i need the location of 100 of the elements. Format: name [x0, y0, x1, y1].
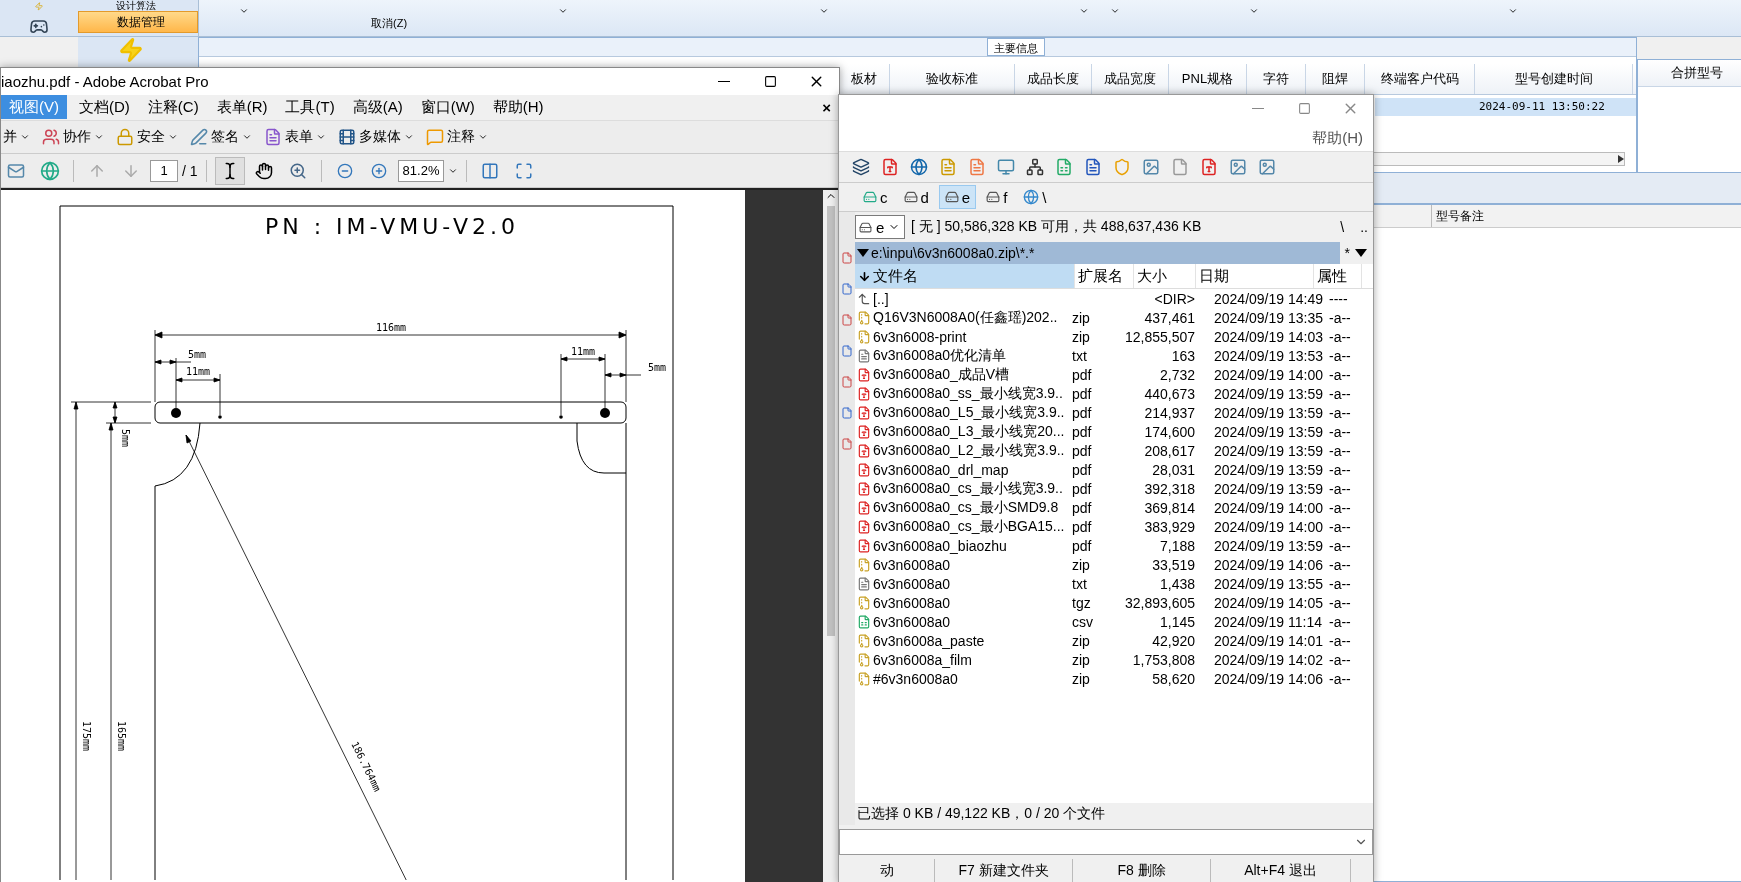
dropdown-caret-icon[interactable]	[819, 6, 829, 16]
dropdown-caret-icon[interactable]	[1110, 6, 1120, 16]
toolbar-button[interactable]: 并	[1, 123, 36, 152]
pdf-file-icon	[857, 481, 871, 496]
file-extension: tgz	[1072, 594, 1091, 611]
film-icon	[338, 128, 356, 147]
filter-button[interactable]: *	[1339, 245, 1355, 261]
file-attributes: -a--	[1328, 575, 1352, 592]
pdf-file-icon	[857, 538, 871, 553]
file-attributes: -a--	[1328, 385, 1352, 402]
column-header[interactable]: 文件名	[855, 264, 1075, 288]
menu-item[interactable]: 注释(C)	[139, 95, 207, 120]
people-icon	[42, 128, 60, 147]
file-icon	[1171, 158, 1189, 176]
file-name: 6v3n6008a0_drl_map	[873, 461, 1010, 478]
menu-item[interactable]: 文档(D)	[71, 95, 138, 120]
menu-item[interactable]: 帮助(H)	[1302, 128, 1373, 148]
drive-button[interactable]: d	[897, 185, 935, 209]
dimension-label: 116mm	[375, 322, 407, 333]
file-size: 2,732	[1159, 366, 1195, 383]
dropdown-caret-icon[interactable]	[239, 6, 249, 16]
dropdown-caret-icon[interactable]	[1249, 6, 1259, 16]
lightning-icon	[34, 2, 44, 11]
envelope-icon	[7, 161, 25, 180]
archive-icon	[857, 557, 871, 572]
toolbar-button[interactable]: 安全	[114, 123, 184, 152]
file-name: 6v3n6008a0_cs_最小SMD9.8	[873, 498, 1060, 517]
file-extension: pdf	[1072, 518, 1092, 535]
file-extension: zip	[1072, 670, 1090, 687]
menu-item[interactable]: 高级(A)	[344, 95, 411, 120]
parent-folder-icon	[857, 291, 871, 306]
command-line-field[interactable]	[839, 829, 1373, 855]
file-date: 2024/09/19 13:59	[1213, 537, 1324, 554]
toolbar-button[interactable]: 表单	[262, 123, 332, 152]
file-size: 214,937	[1144, 404, 1195, 421]
drive-button[interactable]: c	[857, 185, 894, 209]
file-attributes: -a--	[1328, 670, 1352, 687]
lightning-icon	[118, 37, 144, 63]
cancel-button[interactable]: 取消(Z)	[369, 16, 410, 31]
page-count: / 1	[182, 162, 198, 179]
column-header: 型号备注	[1431, 205, 1484, 227]
table-row[interactable]: 2024-09-11 13:50:22	[1375, 98, 1636, 116]
file-date: 2024/09/19 13:53	[1213, 347, 1324, 364]
file-size: 383,929	[1144, 518, 1195, 535]
dropdown-triangle-icon[interactable]	[1355, 249, 1367, 257]
file-extension: pdf	[1072, 461, 1092, 478]
column-header[interactable]: 属性	[1314, 264, 1362, 288]
file-name: 6v3n6008a0	[873, 594, 952, 611]
file-attributes: -a--	[1328, 594, 1352, 611]
toolbar-button[interactable]: 注释	[424, 123, 494, 152]
status-bar: 已选择 0 KB / 49,122 KB，0 / 20 个文件	[855, 803, 1373, 825]
toolbar-button[interactable]: 协作	[40, 123, 110, 152]
zoom-field[interactable]: 81.2%	[397, 159, 444, 182]
function-key-button[interactable]: 动	[839, 859, 935, 882]
pdf-file-icon	[857, 386, 871, 401]
menu-item[interactable]: 表单(R)	[208, 95, 276, 120]
drive-button[interactable]: e	[938, 185, 977, 209]
root-button[interactable]: \	[1335, 219, 1350, 235]
column-header[interactable]: 扩展名	[1075, 264, 1134, 288]
file-icon	[841, 407, 853, 419]
spreadsheet-icon	[1055, 158, 1073, 176]
column-header[interactable]: 大小	[1134, 264, 1196, 288]
page-number-field[interactable]: 1	[150, 159, 178, 182]
dropdown-caret-icon[interactable]	[1079, 6, 1089, 16]
toolbar-button[interactable]: 签名	[188, 123, 258, 152]
file-size: 1,753,808	[1132, 651, 1195, 668]
zoom-out-icon	[336, 162, 353, 179]
globe-icon	[40, 160, 60, 181]
scrollbar-thumb[interactable]	[827, 206, 835, 636]
file-extension: txt	[1072, 347, 1087, 364]
document-icon	[968, 158, 986, 176]
close-button[interactable]: ×	[820, 98, 833, 116]
select-tool-button[interactable]	[214, 156, 245, 185]
table-cell-text: 2024-09-11 13:50:22	[1478, 99, 1606, 115]
menu-item[interactable]: 工具(T)	[277, 95, 343, 120]
sidebar-item[interactable]: 数据管理	[78, 11, 198, 33]
file-size: 437,461	[1144, 309, 1195, 326]
speech-bubble-icon	[426, 128, 444, 147]
file-size: 1,438	[1159, 575, 1195, 592]
file-extension: csv	[1072, 613, 1093, 630]
word-document-icon	[1084, 158, 1102, 176]
file-date: 2024/09/19 14:01	[1213, 632, 1324, 649]
drive-dropdown[interactable]: e	[855, 215, 905, 239]
toolbar-button[interactable]: 多媒体	[336, 123, 420, 152]
dimension-label: 5mm	[120, 428, 131, 447]
dropdown-caret-icon[interactable]	[558, 6, 568, 16]
drive-button[interactable]: f	[980, 185, 1014, 209]
file-name: 6v3n6008a0_成品V槽	[873, 365, 1011, 384]
menu-item[interactable]: 帮助(H)	[484, 95, 552, 120]
free-space-text: [ 无 ] 50,586,328 KB 可用，共 488,637,436 KB	[911, 218, 1203, 236]
dropdown-caret-icon[interactable]	[1508, 6, 1518, 16]
file-attributes: ----	[1328, 290, 1349, 307]
column-header[interactable]: 型号创建时间	[1475, 64, 1633, 94]
sidebar-item[interactable]: 设计算法	[78, 0, 198, 11]
magnifier-icon	[288, 161, 307, 180]
menu-item[interactable]: 窗口(W)	[412, 95, 483, 120]
file-attributes: -a--	[1328, 537, 1352, 554]
file-size: 12,855,507	[1124, 328, 1195, 345]
drive-button[interactable]: \	[1017, 185, 1053, 209]
parent-button[interactable]: ..	[1355, 219, 1373, 235]
